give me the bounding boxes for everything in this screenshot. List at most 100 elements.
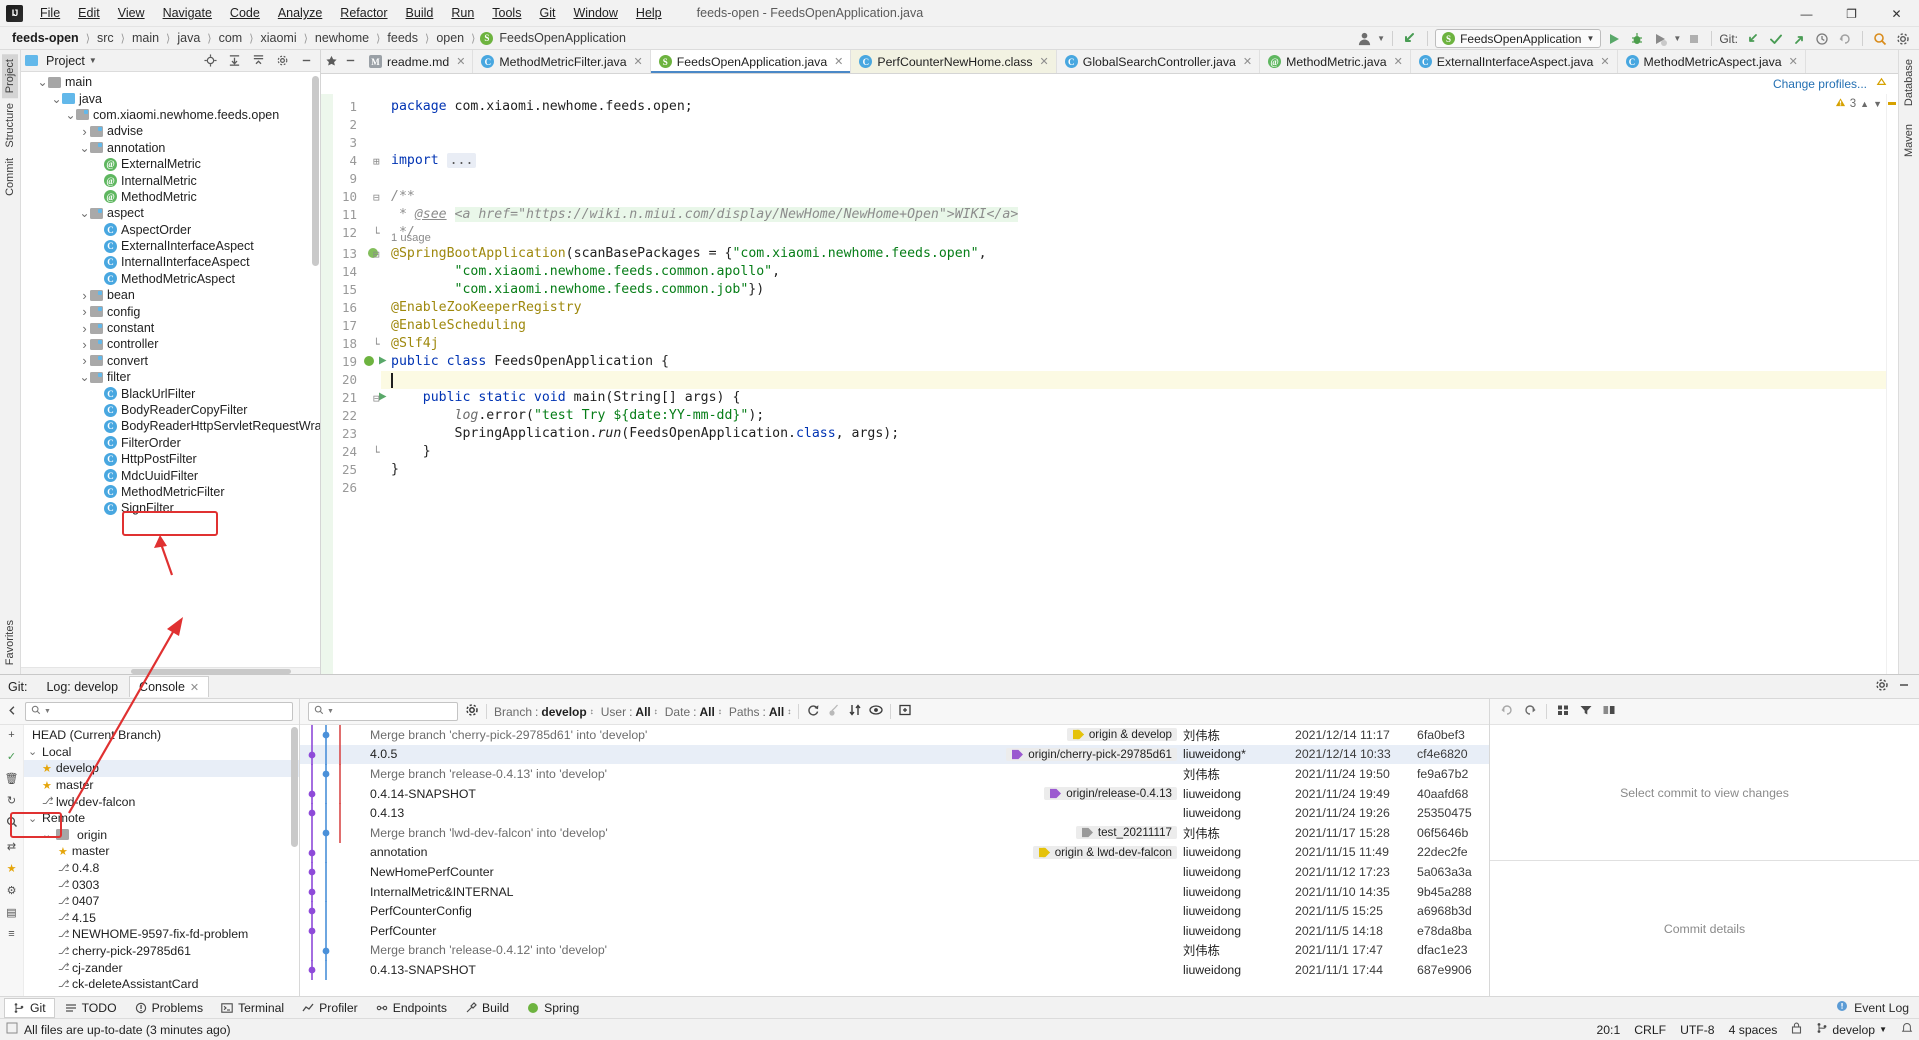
tool-window-button-build[interactable]: Build: [457, 999, 517, 1017]
file-encoding[interactable]: UTF-8: [1680, 1023, 1715, 1037]
tool-window-button-git[interactable]: Git: [4, 998, 55, 1018]
commit-row[interactable]: PerfCounterliuweidong2021/11/5 14:18e78d…: [300, 921, 1489, 941]
filter-date[interactable]: Date: All ↕: [665, 705, 722, 719]
chevron-down-icon[interactable]: ⌄: [79, 370, 90, 384]
branch-item-0303[interactable]: ⎇0303: [24, 876, 299, 893]
change-profiles-link[interactable]: Change profiles...: [1773, 77, 1867, 91]
branch-item-master[interactable]: ★master: [24, 777, 299, 794]
collapse-branches-icon[interactable]: [6, 704, 19, 720]
pin-tab-icon[interactable]: [325, 54, 338, 70]
checkout-icon[interactable]: ✓: [7, 750, 16, 763]
menu-view[interactable]: View: [109, 3, 154, 23]
tool-window-button-problems[interactable]: Problems: [127, 999, 211, 1017]
run-icon[interactable]: [1604, 29, 1624, 49]
menu-tools[interactable]: Tools: [483, 3, 530, 23]
tree-item-main[interactable]: ⌄main: [21, 74, 320, 90]
editor-tab-readme-md[interactable]: Mreadme.md✕: [361, 50, 473, 73]
tree-item-blackurlfilter[interactable]: CBlackUrlFilter: [21, 385, 320, 401]
commit-row[interactable]: annotationorigin & lwd-dev-falconliuweid…: [300, 843, 1489, 863]
commit-row[interactable]: Merge branch 'cherry-pick-29785d61' into…: [300, 725, 1489, 745]
tree-item-methodmetricaspect[interactable]: CMethodMetricAspect: [21, 271, 320, 287]
menu-code[interactable]: Code: [221, 3, 269, 23]
tree-item-internalinterfaceaspect[interactable]: CInternalInterfaceAspect: [21, 254, 320, 270]
tool-tab-commit[interactable]: Commit: [2, 153, 18, 201]
chevron-down-icon[interactable]: ⌄: [37, 75, 48, 89]
ref-label[interactable]: origin & lwd-dev-falcon: [1033, 846, 1177, 859]
avatar-icon[interactable]: [1354, 29, 1374, 49]
hide-panel-icon[interactable]: [296, 51, 316, 71]
tree-item-convert[interactable]: ›convert: [21, 353, 320, 369]
code-fold-marker[interactable]: └: [373, 336, 380, 354]
editor-gutter[interactable]: 123491011121314151617181920212223242526: [321, 94, 381, 674]
tree-item-mdcuuidfilter[interactable]: CMdcUuidFilter: [21, 467, 320, 483]
project-settings-icon[interactable]: [272, 51, 292, 71]
chevron-down-icon[interactable]: ⌄: [79, 141, 90, 155]
code-editor[interactable]: 123491011121314151617181920212223242526 …: [321, 94, 1898, 674]
project-horizontal-scrollbar[interactable]: [21, 667, 320, 674]
run-configuration-selector[interactable]: S FeedsOpenApplication ▼: [1435, 29, 1601, 48]
project-tree-scrollbar[interactable]: [312, 76, 319, 266]
update-project-icon[interactable]: [1400, 29, 1420, 49]
chevron-down-icon[interactable]: ⌄: [51, 92, 62, 106]
branch-item-ck-deleteassistantcard[interactable]: ⎇ck-deleteAssistantCard: [24, 976, 299, 993]
chevron-down-icon[interactable]: ⌄: [28, 745, 38, 758]
git-hide-icon[interactable]: [1897, 678, 1911, 695]
commit-row[interactable]: Merge branch 'lwd-dev-falcon' into 'deve…: [300, 823, 1489, 843]
tree-item-bodyreaderhttpservletrequestwrap[interactable]: CBodyReaderHttpServletRequestWrap: [21, 418, 320, 434]
close-icon[interactable]: ✕: [190, 681, 199, 694]
favorite-star-icon[interactable]: ★: [42, 762, 52, 775]
chevron-right-icon[interactable]: ›: [79, 124, 90, 139]
ref-label[interactable]: origin/release-0.4.13: [1044, 787, 1177, 800]
error-stripe-gutter[interactable]: [1886, 94, 1898, 674]
delete-branch-icon[interactable]: 🗑: [5, 772, 19, 785]
editor-tab-perfcounternewhome-class[interactable]: CPerfCounterNewHome.class✕: [851, 50, 1056, 73]
breadcrumb-item-src[interactable]: src: [95, 31, 116, 45]
show-details-icon[interactable]: [869, 703, 883, 720]
lock-icon[interactable]: [1791, 1022, 1802, 1037]
editor-tab-methodmetricaspect-java[interactable]: CMethodMetricAspect.java✕: [1618, 50, 1806, 73]
branch-item-cj-zander[interactable]: ⎇cj-zander: [24, 959, 299, 976]
git-tab-log[interactable]: Log: develop: [37, 677, 127, 697]
new-branch-icon[interactable]: +: [8, 729, 14, 741]
branch-item-master[interactable]: ★master: [24, 843, 299, 860]
commit-row[interactable]: NewHomePerfCounterliuweidong2021/11/12 1…: [300, 862, 1489, 882]
code-content[interactable]: package com.xiaomi.newhome.feeds.open;⊞i…: [381, 94, 1898, 674]
branch-item-0407[interactable]: ⎇0407: [24, 893, 299, 910]
commit-row[interactable]: PerfCounterConfigliuweidong2021/11/5 15:…: [300, 901, 1489, 921]
branch-item-0-4-8[interactable]: ⎇0.4.8: [24, 860, 299, 877]
breadcrumb-item-xiaomi[interactable]: xiaomi: [259, 31, 299, 45]
forward-icon[interactable]: [1523, 703, 1537, 720]
tool-window-button-spring[interactable]: Spring: [519, 999, 587, 1017]
chevron-right-icon[interactable]: ›: [79, 353, 90, 368]
sort-icon[interactable]: [848, 703, 862, 720]
close-icon[interactable]: ✕: [634, 55, 643, 68]
commit-icon[interactable]: [1766, 29, 1786, 49]
menu-window[interactable]: Window: [564, 3, 626, 23]
commit-row[interactable]: 0.4.14-SNAPSHOTorigin/release-0.4.13liuw…: [300, 784, 1489, 804]
tree-item-aspect[interactable]: ⌄aspect: [21, 205, 320, 221]
tool-tab-structure[interactable]: Structure: [2, 98, 18, 153]
commit-row[interactable]: InternalMetric&INTERNALliuweidong2021/11…: [300, 882, 1489, 902]
tree-item-filterorder[interactable]: CFilterOrder: [21, 435, 320, 451]
warning-stripe-mark[interactable]: [1888, 102, 1896, 105]
tool-tab-favorites[interactable]: Favorites: [2, 615, 18, 670]
group-by-directory-icon[interactable]: [1556, 703, 1570, 720]
editor-tab-feedsopenapplication-java[interactable]: SFeedsOpenApplication.java✕: [651, 50, 852, 73]
close-icon[interactable]: ✕: [1243, 55, 1252, 68]
cherry-pick-icon[interactable]: [827, 703, 841, 720]
branch-item-lwd-dev-falcon[interactable]: ⎇lwd-dev-falcon: [24, 793, 299, 810]
prev-problem-icon[interactable]: ▲: [1860, 99, 1869, 109]
tree-item-java[interactable]: ⌄java: [21, 90, 320, 106]
branch-search-input[interactable]: ▼: [25, 702, 293, 721]
commit-row[interactable]: Merge branch 'release-0.4.13' into 'deve…: [300, 764, 1489, 784]
tree-item-signfilter[interactable]: CSignFilter: [21, 500, 320, 516]
next-problem-icon[interactable]: ▼: [1873, 99, 1882, 109]
code-fold-marker[interactable]: └: [373, 225, 380, 243]
branch-item-cherry-pick-29785d61[interactable]: ⎇cherry-pick-29785d61: [24, 943, 299, 960]
indent-setting[interactable]: 4 spaces: [1729, 1023, 1778, 1037]
refresh-icon[interactable]: [806, 703, 820, 720]
search-everywhere-icon[interactable]: [1870, 29, 1890, 49]
chevron-down-icon[interactable]: ⌄: [79, 206, 90, 220]
breadcrumb-item-main[interactable]: main: [130, 31, 161, 45]
chevron-down-icon[interactable]: ⌄: [28, 812, 38, 825]
